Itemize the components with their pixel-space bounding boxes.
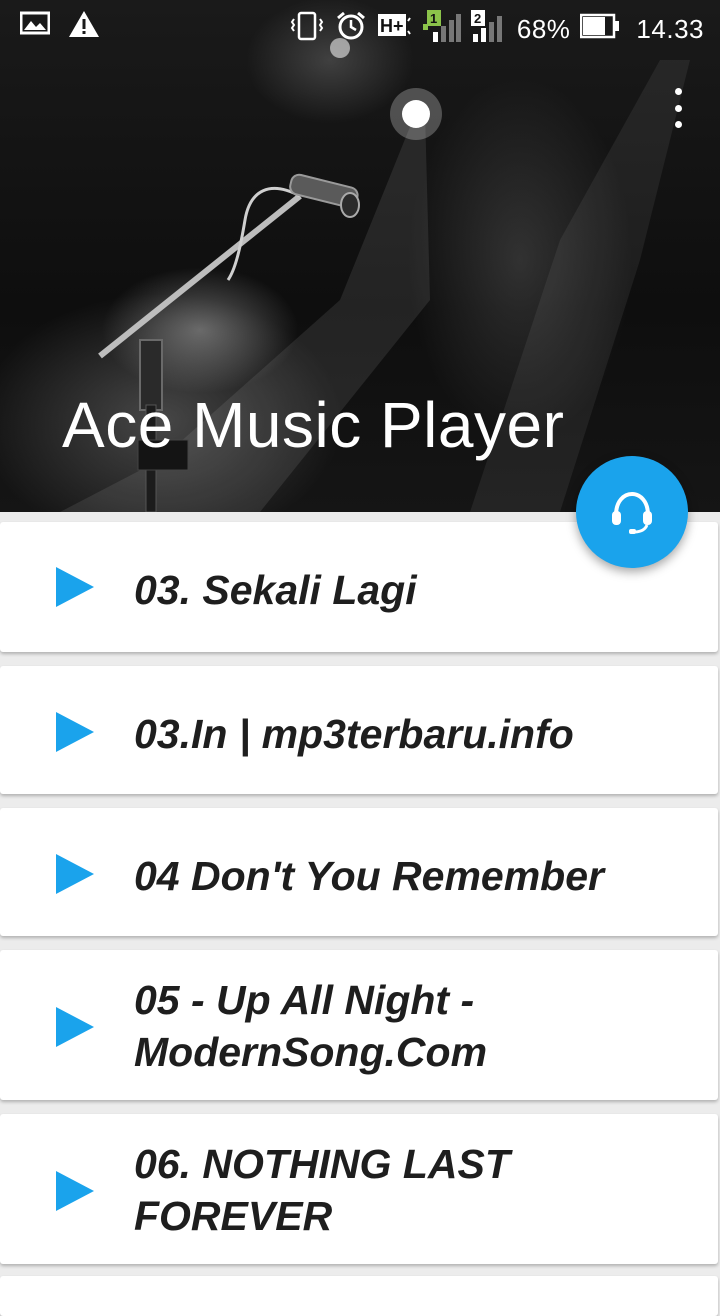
status-bar: H+ 1 2 68% 14.33 (0, 0, 720, 52)
song-title: 04 Don't You Remember (134, 853, 604, 899)
song-item[interactable] (0, 1276, 718, 1316)
vibrate-icon (289, 11, 325, 48)
song-item[interactable]: 04 Don't You Remember (0, 808, 718, 936)
song-title: 06. NOTHING LAST FOREVER (134, 1141, 510, 1239)
play-icon (56, 712, 94, 752)
play-icon (56, 854, 94, 894)
svg-text:2: 2 (474, 11, 481, 26)
hplus-signal-icon: H+ (377, 11, 411, 48)
overflow-menu-icon[interactable] (666, 88, 690, 128)
play-icon (56, 1171, 94, 1211)
song-title: 05 - Up All Night - ModernSong.Com (134, 977, 488, 1075)
play-icon (56, 567, 94, 607)
svg-text:H+: H+ (380, 16, 404, 36)
header-banner: H+ 1 2 68% 14.33 Ace Music Player (0, 0, 720, 512)
song-title: 03. Sekali Lagi (134, 567, 417, 613)
sim2-signal-icon: 2 (470, 10, 507, 49)
song-title: 03.In | mp3terbaru.info (134, 711, 574, 757)
sim1-signal-icon: 1 (421, 10, 461, 49)
song-item[interactable]: 05 - Up All Night - ModernSong.Com (0, 950, 718, 1100)
clock-time: 14.33 (636, 14, 704, 44)
gallery-icon (19, 10, 51, 45)
warning-icon (68, 10, 100, 45)
song-item[interactable]: 03.In | mp3terbaru.info (0, 666, 718, 794)
menu-dot (674, 104, 682, 112)
battery-icon (580, 13, 620, 46)
page-title: Ace Music Player (62, 389, 565, 461)
battery-percent: 68% (516, 14, 571, 44)
alarm-icon (335, 10, 367, 49)
menu-dot (674, 88, 682, 95)
svg-text:1: 1 (430, 11, 437, 26)
headset-icon (612, 491, 652, 534)
play-icon (56, 1007, 94, 1047)
song-item[interactable]: 06. NOTHING LAST FOREVER (0, 1114, 718, 1264)
headset-fab-button[interactable] (576, 456, 688, 568)
menu-dot (674, 121, 682, 128)
